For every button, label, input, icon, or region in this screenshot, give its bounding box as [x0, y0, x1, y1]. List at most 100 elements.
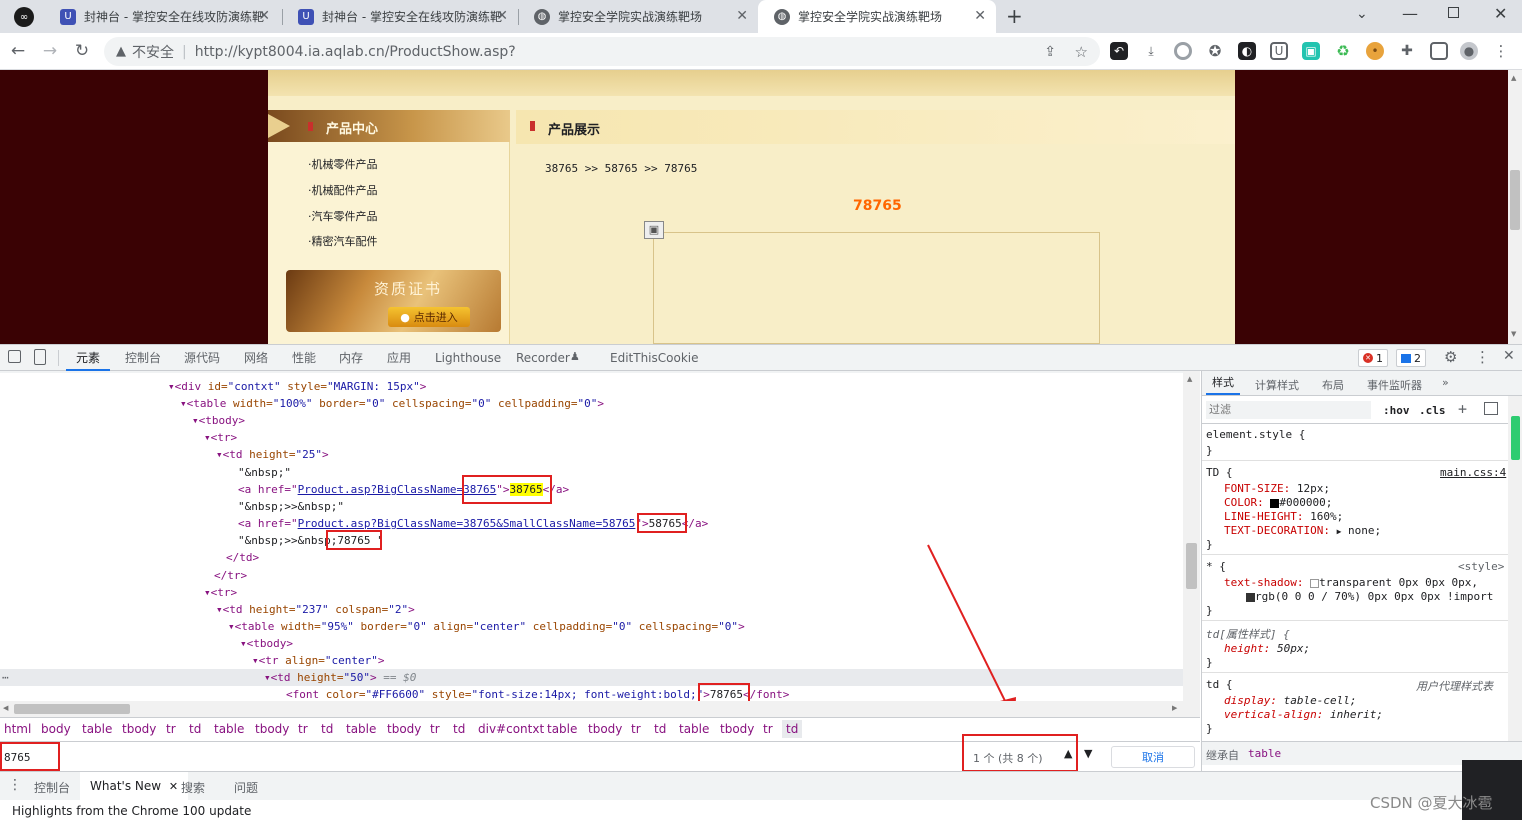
tab-performance[interactable]: 性能	[292, 345, 316, 371]
tab-elements[interactable]: 元素	[66, 345, 111, 371]
security-label[interactable]: 不安全	[132, 42, 174, 62]
breadcrumb-item[interactable]: table	[547, 722, 577, 736]
styles-filter-input[interactable]	[1206, 401, 1371, 419]
scrollbar-thumb[interactable]	[14, 704, 130, 714]
prop-row[interactable]: FONT-SIZE: 12px;	[1224, 482, 1330, 495]
share-icon[interactable]: ⇪	[1044, 44, 1056, 60]
breadcrumb-item-current[interactable]: td	[782, 720, 803, 738]
prop-row[interactable]: display: table-cell;	[1224, 694, 1356, 707]
breadcrumb-item[interactable]: tr	[166, 722, 176, 736]
elements-horizontal-scrollbar[interactable]: ◀ ▶	[0, 701, 1183, 717]
reload-icon[interactable]: ↻	[70, 39, 94, 63]
new-rule-plus-icon[interactable]: +	[1458, 400, 1467, 418]
dom-text-nbsp[interactable]: "&nbsp;"	[238, 464, 291, 481]
circle-extension-icon[interactable]	[1174, 42, 1192, 60]
close-tab-icon[interactable]: ✕	[258, 8, 270, 24]
tab-computed[interactable]: 计算样式	[1255, 377, 1299, 393]
inherited-tag-link[interactable]: table	[1248, 747, 1281, 760]
breadcrumb-item[interactable]: table	[679, 722, 709, 736]
close-tab-icon[interactable]: ✕	[974, 8, 986, 24]
prop-row[interactable]: text-shadow: transparent 0px 0px 0px,	[1224, 576, 1478, 589]
breadcrumb-item[interactable]: html	[4, 722, 31, 736]
rule-td-selector[interactable]: TD {	[1206, 466, 1233, 479]
dom-line-td-50-selected[interactable]: ▾<td height="50"> == $0	[264, 669, 416, 686]
url-text[interactable]: http://kypt8004.ia.aqlab.cn/ProductShow.…	[195, 44, 516, 60]
close-devtools-icon[interactable]: ✕	[1503, 348, 1515, 364]
rule-td-source-link[interactable]: main.css:4	[1440, 466, 1506, 479]
settings-gear-icon[interactable]: ⚙	[1444, 348, 1457, 366]
profile-icon[interactable]: ∞	[14, 7, 34, 27]
dom-line-tbody-2[interactable]: ▾<tbody>	[240, 635, 293, 652]
inspect-element-icon[interactable]	[8, 350, 21, 363]
tab-editthiscookie[interactable]: EditThisCookie	[610, 345, 699, 371]
mask-extension-icon[interactable]: ◐	[1238, 42, 1256, 60]
message-count-badge[interactable]: 2	[1396, 349, 1426, 367]
breadcrumb-item[interactable]: tbody	[122, 722, 156, 736]
tab-search-chevron-icon[interactable]: ⌄	[1356, 6, 1368, 22]
tab-event-listeners[interactable]: 事件监听器	[1367, 377, 1422, 393]
dom-search-input[interactable]	[4, 747, 954, 767]
back-arrow-icon[interactable]: ←	[6, 39, 30, 63]
scrollbar-thumb[interactable]	[1186, 543, 1197, 589]
dom-line-td-25[interactable]: ▾<td height="25">	[216, 446, 329, 463]
sidebar-item-2[interactable]: ·机械配件产品	[308, 182, 378, 198]
sidebar-item-4[interactable]: ·精密汽车配件	[308, 233, 378, 249]
styles-scrollbar[interactable]	[1508, 396, 1522, 741]
color-swatch-icon[interactable]	[1310, 578, 1320, 588]
tab-memory[interactable]: 内存	[339, 345, 363, 371]
dom-line-tr-2[interactable]: ▾<tr>	[204, 584, 237, 601]
account-avatar-icon[interactable]: ●	[1460, 42, 1478, 60]
drawer-tab-issues[interactable]: 问题	[234, 779, 258, 796]
breadcrumb-item[interactable]: table	[214, 722, 244, 736]
tab-sources[interactable]: 源代码	[184, 345, 220, 371]
forward-arrow-icon[interactable]: →	[38, 39, 62, 63]
dom-line-div-contxt[interactable]: ▾<div id="contxt" style="MARGIN: 15px">	[168, 378, 426, 395]
bookmark-star-icon[interactable]: ☆	[1075, 43, 1088, 61]
devtools-menu-icon[interactable]: ⋮	[1475, 348, 1490, 366]
breadcrumb-item[interactable]: tbody	[588, 722, 622, 736]
close-tab-icon[interactable]: ✕	[736, 8, 748, 24]
download-icon[interactable]: ⤓	[1142, 42, 1160, 60]
star-extension-icon[interactable]: ✪	[1206, 42, 1224, 60]
tab-styles[interactable]: 样式	[1206, 371, 1240, 395]
dom-line-tbody[interactable]: ▾<tbody>	[192, 412, 245, 429]
breadcrumb-item[interactable]: body	[41, 722, 71, 736]
dom-line-tr[interactable]: ▾<tr>	[204, 429, 237, 446]
tab-console[interactable]: 控制台	[125, 345, 161, 371]
toggle-sidebar-icon[interactable]	[1484, 402, 1498, 415]
error-count-badge[interactable]: ✕ 1	[1358, 349, 1388, 367]
dom-line-td-237[interactable]: ▾<td height="237" colspan="2">	[216, 601, 415, 618]
drawer-menu-icon[interactable]: ⋮	[8, 777, 22, 793]
hov-toggle[interactable]: :hov	[1383, 404, 1410, 417]
puzzle-extensions-icon[interactable]: ✚	[1398, 42, 1416, 60]
breadcrumb-item[interactable]: div#contxt	[478, 722, 544, 736]
cert-banner[interactable]: 资质证书 ● 点击进入	[286, 270, 501, 332]
dom-line-table-95[interactable]: ▾<table width="95%" border="0" align="ce…	[228, 618, 745, 635]
dom-line-table[interactable]: ▾<table width="100%" border="0" cellspac…	[180, 395, 604, 412]
leaf-extension-icon[interactable]: ♻	[1334, 42, 1352, 60]
sidebar-item-3[interactable]: ·汽车零件产品	[308, 208, 378, 224]
maximize-icon[interactable]	[1448, 7, 1459, 18]
new-tab-plus-icon[interactable]: +	[1006, 4, 1023, 28]
rule-element-style[interactable]: element.style {	[1206, 428, 1305, 441]
page-vertical-scrollbar[interactable]: ▲ ▼	[1508, 70, 1522, 344]
undo-extension-icon[interactable]: ↶	[1110, 42, 1128, 60]
tab-network[interactable]: 网络	[244, 345, 268, 371]
browser-tab-2[interactable]: U 封神台 - 掌控安全在线攻防演练靶 ✕	[282, 0, 518, 33]
rule-attr-selector[interactable]: td[属性样式] {	[1206, 626, 1290, 642]
dom-line-tr-center[interactable]: ▾<tr align="center">	[252, 652, 384, 669]
drawer-tab-console[interactable]: 控制台	[34, 779, 70, 796]
breadcrumb-item[interactable]: td	[453, 722, 465, 736]
prop-row[interactable]: LINE-HEIGHT: 160%;	[1224, 510, 1343, 523]
breadcrumb-item[interactable]: tr	[430, 722, 440, 736]
more-tabs-chevron-icon[interactable]: »	[1442, 376, 1449, 389]
close-drawer-tab-icon[interactable]: ✕	[169, 780, 178, 793]
elements-dom-tree[interactable]: ▾<div id="contxt" style="MARGIN: 15px"> …	[0, 371, 1183, 701]
browser-tab-1[interactable]: U 封神台 - 掌控安全在线攻防演练靶 ✕	[44, 0, 280, 33]
prop-row[interactable]: COLOR: #000000;	[1224, 496, 1332, 509]
shield-extension-icon[interactable]: U	[1270, 42, 1288, 60]
drawer-tab-whats-new[interactable]: What's New ✕	[80, 772, 189, 800]
cookie-extension-icon[interactable]: •	[1366, 42, 1384, 60]
dom-line-close-tr[interactable]: </tr>	[214, 567, 247, 584]
cert-enter-button[interactable]: ● 点击进入	[388, 307, 470, 327]
